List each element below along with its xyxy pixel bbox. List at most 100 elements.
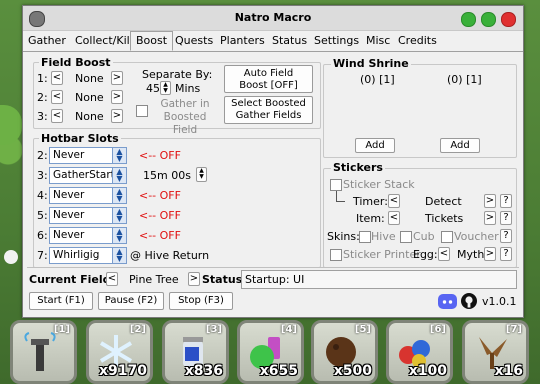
separate-by-spinner[interactable]: ▲ ▼ [160,81,171,95]
gather-boosted-checkbox[interactable] [136,105,148,117]
stickers-label: Stickers [331,161,385,174]
hotbar-row-5-note: <-- OFF [139,209,181,222]
boost-row-2-next[interactable]: > [111,90,123,104]
timer-help-button[interactable]: ? [500,194,512,208]
boost-row-3-next[interactable]: > [111,109,123,123]
skin-cub-label: Cub [413,230,435,243]
hotbar-slot-3[interactable]: [3] x836 [162,320,229,384]
hotbar-slot-7-qty: x16 [494,363,523,379]
timer-next-button[interactable]: > [484,194,496,208]
hotbar-row-4-value: Never [53,189,85,201]
hotbar-slot-7-num: [7] [505,324,522,335]
separate-by-label: Separate By: [142,68,213,81]
hotbar-row-2-select[interactable]: Never ▲ ▼ [49,147,127,164]
hotbar-row-6-value: Never [53,229,85,241]
current-field-prev[interactable]: < [106,272,118,286]
wind-shrine-add-1-button[interactable]: Add [355,138,395,153]
maximize-button[interactable] [481,12,496,27]
skins-label: Skins: [327,230,360,243]
hotbar-row-6-note: <-- OFF [139,229,181,242]
skin-voucher-checkbox[interactable] [441,231,453,243]
tab-quests[interactable]: Quests [175,34,213,47]
hotbar-row-3-num: 3: [37,169,48,182]
hotbar-row-6-num: 6: [37,229,48,242]
separate-by-value[interactable]: 45 [146,82,160,95]
tab-gather[interactable]: Gather [28,34,66,47]
hotbar-slot-5-num: [5] [354,324,371,335]
wind-shrine-add-2-button[interactable]: Add [440,138,480,153]
hotbar-row-3-select[interactable]: GatherStart ▲ ▼ [49,167,127,184]
skin-voucher-label: Voucher [454,230,499,243]
hotbar-slot-2[interactable]: [2] x9170 [86,320,153,384]
background-flower-icon [4,250,18,264]
boost-row-1-num: 1: [37,72,48,85]
hotbar-row-2-value: Never [53,149,85,161]
boost-row-3-value: None [75,110,104,123]
hotbar-slot-6[interactable]: [6] x100 [386,320,453,384]
hotbar-slot-6-num: [6] [429,324,446,335]
hotbar-row-3-spinner[interactable]: ▲ ▼ [196,167,207,182]
egg-next-button[interactable]: > [484,247,496,261]
wind-shrine-group [323,64,517,158]
hotbar-row-7-value: Whirligig [53,249,100,261]
github-icon[interactable] [461,293,477,309]
tab-settings[interactable]: Settings [314,34,359,47]
dropdown-arrow-icon: ▲ ▼ [112,228,126,243]
item-prev-button[interactable]: < [388,211,400,225]
hotbar-row-5-num: 5: [37,209,48,222]
tab-bar: Gather Collect/Kill Boost Quests Planter… [23,31,523,52]
hotbar-row-4-select[interactable]: Never ▲ ▼ [49,187,127,204]
tab-misc[interactable]: Misc [366,34,390,47]
sticker-printer-checkbox[interactable] [330,249,342,261]
hotbar-row-2-num: 2: [37,149,48,162]
auto-field-boost-button[interactable]: Auto Field Boost [OFF] [224,65,313,93]
tab-collect-kill[interactable]: Collect/Kill [75,34,133,47]
boost-row-2-prev[interactable]: < [51,90,63,104]
hotbar-row-2-note: <-- OFF [139,149,181,162]
hotbar-label: Hotbar Slots [39,132,121,145]
boost-row-3-prev[interactable]: < [51,109,63,123]
hotbar-slot-5[interactable]: [5] x500 [311,320,378,384]
pause-button[interactable]: Pause (F2) [98,292,164,310]
hotbar-row-7-select[interactable]: Whirligig ▲ ▼ [49,247,127,264]
skin-hive-label: Hive [371,230,396,243]
timer-label: Timer: [353,195,388,208]
stop-button[interactable]: Stop (F3) [169,292,233,310]
hotbar-slot-2-qty: x9170 [99,363,147,379]
item-next-button[interactable]: > [484,211,496,225]
hotbar-row-6-select[interactable]: Never ▲ ▼ [49,227,127,244]
hotbar-row-5-select[interactable]: Never ▲ ▼ [49,207,127,224]
tab-planters[interactable]: Planters [220,34,265,47]
hotbar-slot-1[interactable]: [1] [10,320,77,384]
skin-hive-checkbox[interactable] [359,231,371,243]
minimize-button[interactable] [461,12,476,27]
boost-row-1-value: None [75,72,104,85]
close-button[interactable] [501,12,516,27]
egg-help-button[interactable]: ? [500,247,512,261]
current-field-next[interactable]: > [188,272,200,286]
sticker-stack-checkbox[interactable] [330,179,342,191]
boost-row-1-next[interactable]: > [111,71,123,85]
title-bar[interactable]: Natro Macro [23,6,523,31]
boost-row-1-prev[interactable]: < [51,71,63,85]
skins-help-button[interactable]: ? [500,229,512,243]
wind-shrine-label: Wind Shrine [331,57,411,70]
field-boost-label: Field Boost [39,56,113,69]
skin-cub-checkbox[interactable] [400,231,412,243]
hotbar-slot-4[interactable]: [4] x655 [237,320,304,384]
select-boosted-fields-button[interactable]: Select Boosted Gather Fields [224,96,313,124]
hotbar-slot-7[interactable]: [7] x16 [462,320,529,384]
discord-icon[interactable] [438,294,457,309]
status-divider [27,267,519,268]
tab-credits[interactable]: Credits [398,34,437,47]
tab-status[interactable]: Status [272,34,307,47]
egg-prev-button[interactable]: < [438,247,450,261]
tab-boost[interactable]: Boost [130,31,174,51]
window-title: Natro Macro [234,11,312,24]
dropdown-arrow-icon: ▲ ▼ [112,248,126,263]
start-button[interactable]: Start (F1) [29,292,93,310]
hotbar-row-7-num: 7: [37,249,48,262]
item-help-button[interactable]: ? [500,211,512,225]
timer-prev-button[interactable]: < [388,194,400,208]
item-label: Item: [356,212,385,225]
